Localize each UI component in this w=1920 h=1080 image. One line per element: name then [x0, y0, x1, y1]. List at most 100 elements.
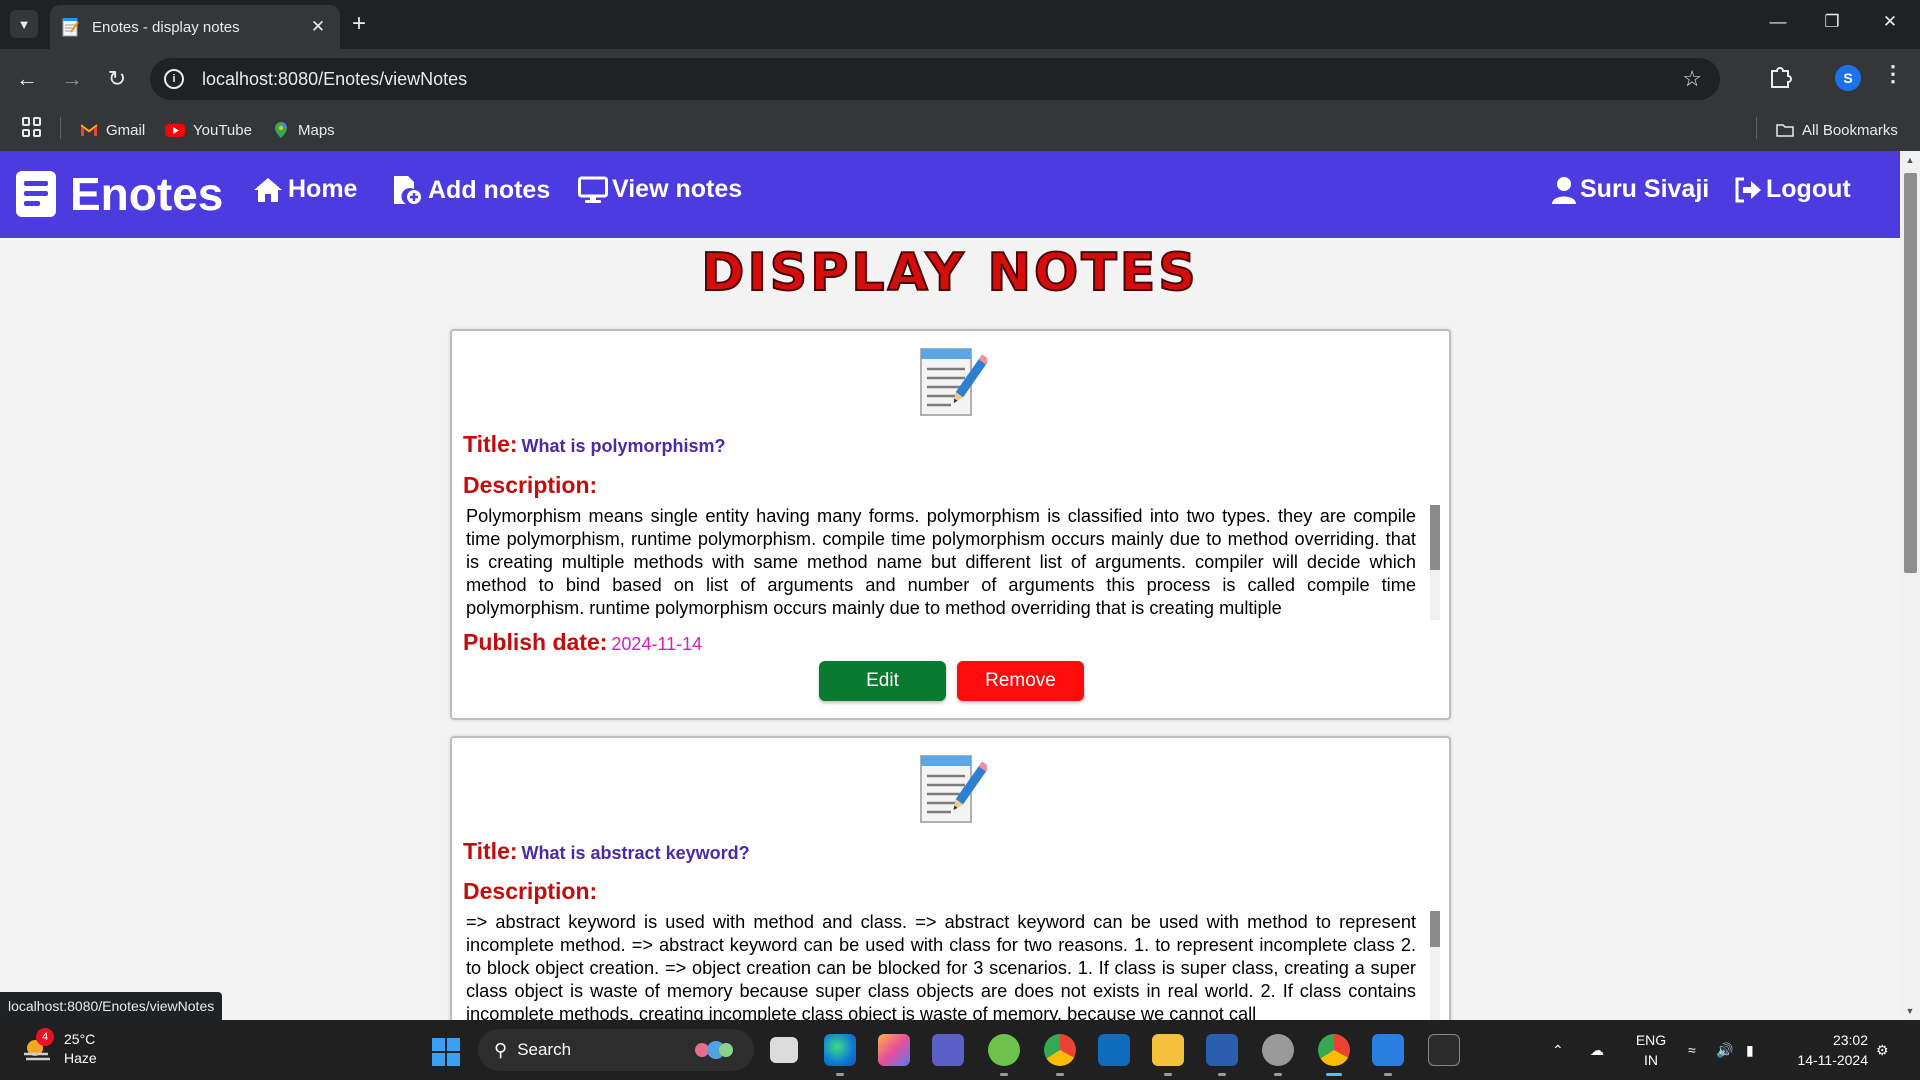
note-title: What is abstract keyword?: [521, 843, 750, 863]
note-sticky-icon: [16, 171, 56, 217]
chrome-icon[interactable]: [1044, 1034, 1076, 1066]
nav-user-label: Suru Sivaji: [1580, 175, 1710, 203]
extensions-puzzle-icon[interactable]: [1768, 63, 1794, 89]
description-label: Description:: [463, 472, 598, 498]
gmail-icon: [80, 124, 98, 136]
nav-home-link[interactable]: Home: [252, 175, 357, 204]
description-scrollbar[interactable]: [1430, 505, 1440, 620]
notifications-icon[interactable]: ⚙: [1876, 1020, 1889, 1080]
forward-arrow-icon[interactable]: →: [58, 65, 86, 93]
spring-tool-suite-icon[interactable]: [988, 1034, 1020, 1066]
bookmark-youtube[interactable]: YouTube: [165, 109, 252, 151]
more-menu-icon[interactable]: ⋮: [1882, 61, 1904, 87]
apps-grid-icon[interactable]: [22, 117, 42, 137]
weather-desc: Haze: [64, 1050, 97, 1066]
volume-icon[interactable]: 🔊: [1716, 1020, 1733, 1080]
url-text[interactable]: localhost:8080/Enotes/viewNotes: [202, 69, 467, 90]
new-tab-button[interactable]: +: [352, 12, 366, 36]
desktop-monitor-icon: [578, 176, 608, 203]
taskbar-running-indicator: [1164, 1073, 1172, 1076]
note-description[interactable]: Polymorphism means single entity having …: [466, 505, 1416, 620]
weather-badge: 4: [36, 1028, 54, 1046]
mysql-workbench-icon[interactable]: [1206, 1034, 1238, 1066]
publish-date-value: 2024-11-14: [611, 634, 703, 654]
bookmark-separator: [60, 117, 61, 139]
teams-icon[interactable]: [932, 1034, 964, 1066]
nav-add-notes-link[interactable]: Add notes: [392, 175, 550, 205]
scrollbar-thumb[interactable]: [1430, 911, 1440, 947]
file-explorer-icon[interactable]: [1152, 1034, 1184, 1066]
description-scrollbar[interactable]: [1430, 911, 1440, 1020]
taskbar-running-indicator: [1218, 1073, 1226, 1076]
remove-button[interactable]: Remove: [957, 661, 1084, 701]
browser-tab-active[interactable]: Enotes - display notes ✕: [50, 5, 340, 49]
bookmark-label: YouTube: [193, 121, 252, 139]
battery-icon[interactable]: ▮: [1746, 1020, 1754, 1080]
page-viewport: Enotes Home Add notes View notes Suru Si…: [0, 151, 1920, 1020]
file-add-icon: [394, 176, 421, 204]
all-bookmarks-label: All Bookmarks: [1802, 121, 1898, 139]
bookmark-maps[interactable]: Maps: [272, 109, 335, 151]
scroll-up-arrow-icon[interactable]: ▲: [1904, 155, 1916, 165]
reload-icon[interactable]: ↻: [103, 65, 131, 93]
nav-view-notes-link[interactable]: View notes: [578, 175, 742, 204]
close-tab-icon[interactable]: ✕: [308, 17, 328, 37]
system-clock[interactable]: 23:02 14-11-2024: [1788, 1030, 1868, 1070]
wifi-icon[interactable]: ≈: [1688, 1020, 1696, 1080]
weather-widget[interactable]: 4 25°C Haze: [20, 1028, 97, 1068]
tab-search-button[interactable]: ▼: [10, 10, 38, 38]
weather-temp: 25°C: [64, 1031, 96, 1047]
logout-icon: [1735, 177, 1761, 202]
nav-logout-link[interactable]: Logout: [1734, 175, 1851, 204]
scroll-down-arrow-icon[interactable]: ▼: [1904, 1006, 1916, 1016]
input-language[interactable]: ENG IN: [1634, 1030, 1668, 1070]
nav-logout-label: Logout: [1766, 175, 1851, 203]
edge-browser-icon[interactable]: [824, 1034, 856, 1066]
site-info-icon[interactable]: i: [164, 69, 184, 89]
edit-button[interactable]: Edit: [819, 661, 946, 701]
windows-taskbar: 4 25°C Haze ⚲ Search ⌃ ☁ ENG IN ≈ 🔊 ▮ 23…: [0, 1020, 1920, 1080]
taskbar-running-indicator: [1274, 1073, 1282, 1076]
task-view-icon[interactable]: [770, 1037, 798, 1063]
address-bar[interactable]: i localhost:8080/Enotes/viewNotes ☆: [150, 58, 1720, 100]
terminal-icon[interactable]: [1428, 1034, 1460, 1066]
search-icon: ⚲: [494, 1039, 508, 1060]
note-description[interactable]: => abstract keyword is used with method …: [466, 911, 1416, 1020]
scrollbar-thumb[interactable]: [1430, 505, 1440, 570]
onedrive-cloud-icon[interactable]: ☁: [1590, 1020, 1604, 1080]
nav-user-link[interactable]: Suru Sivaji: [1552, 175, 1709, 204]
nav-view-notes-label: View notes: [612, 175, 743, 203]
lang-region: IN: [1644, 1052, 1658, 1068]
window-close-icon[interactable]: ✕: [1878, 12, 1902, 32]
page-scrollbar[interactable]: ▲ ▼: [1900, 151, 1920, 1020]
tray-overflow-chevron-icon[interactable]: ⌃: [1552, 1020, 1564, 1080]
taskbar-running-indicator: [1384, 1073, 1392, 1076]
bookmark-star-icon[interactable]: ☆: [1682, 66, 1702, 92]
brand-logo-link[interactable]: Enotes: [14, 167, 223, 221]
chrome-profile-icon[interactable]: [1318, 1034, 1350, 1066]
settings-gear-icon[interactable]: [1262, 1034, 1294, 1066]
browser-toolbar: ← → ↻ i localhost:8080/Enotes/viewNotes …: [0, 49, 1920, 109]
user-icon: [1552, 176, 1576, 204]
windows-start-icon[interactable]: [432, 1038, 460, 1066]
scrollbar-thumb[interactable]: [1904, 173, 1917, 573]
taskbar-search[interactable]: ⚲ Search: [478, 1029, 754, 1071]
brand-name: Enotes: [70, 168, 224, 220]
outlook-icon[interactable]: [1098, 1034, 1130, 1066]
taskbar-active-indicator: [1326, 1073, 1342, 1076]
restore-icon[interactable]: ❐: [1820, 12, 1844, 32]
bookmark-separator: [1756, 117, 1757, 139]
link-status-bubble: localhost:8080/Enotes/viewNotes: [0, 992, 223, 1020]
notepad-favicon-icon: [62, 18, 79, 37]
maps-icon: [275, 122, 287, 138]
description-label: Description:: [463, 878, 598, 904]
copilot-icon[interactable]: [878, 1034, 910, 1066]
profile-avatar[interactable]: S: [1835, 65, 1861, 91]
note-title: What is polymorphism?: [521, 436, 726, 456]
back-arrow-icon[interactable]: ←: [13, 65, 41, 93]
paint-icon[interactable]: [1372, 1034, 1404, 1066]
minimize-icon[interactable]: —: [1766, 12, 1790, 32]
all-bookmarks-button[interactable]: All Bookmarks: [1776, 109, 1898, 151]
bookmark-gmail[interactable]: Gmail: [80, 109, 145, 151]
taskbar-running-indicator: [1000, 1073, 1008, 1076]
